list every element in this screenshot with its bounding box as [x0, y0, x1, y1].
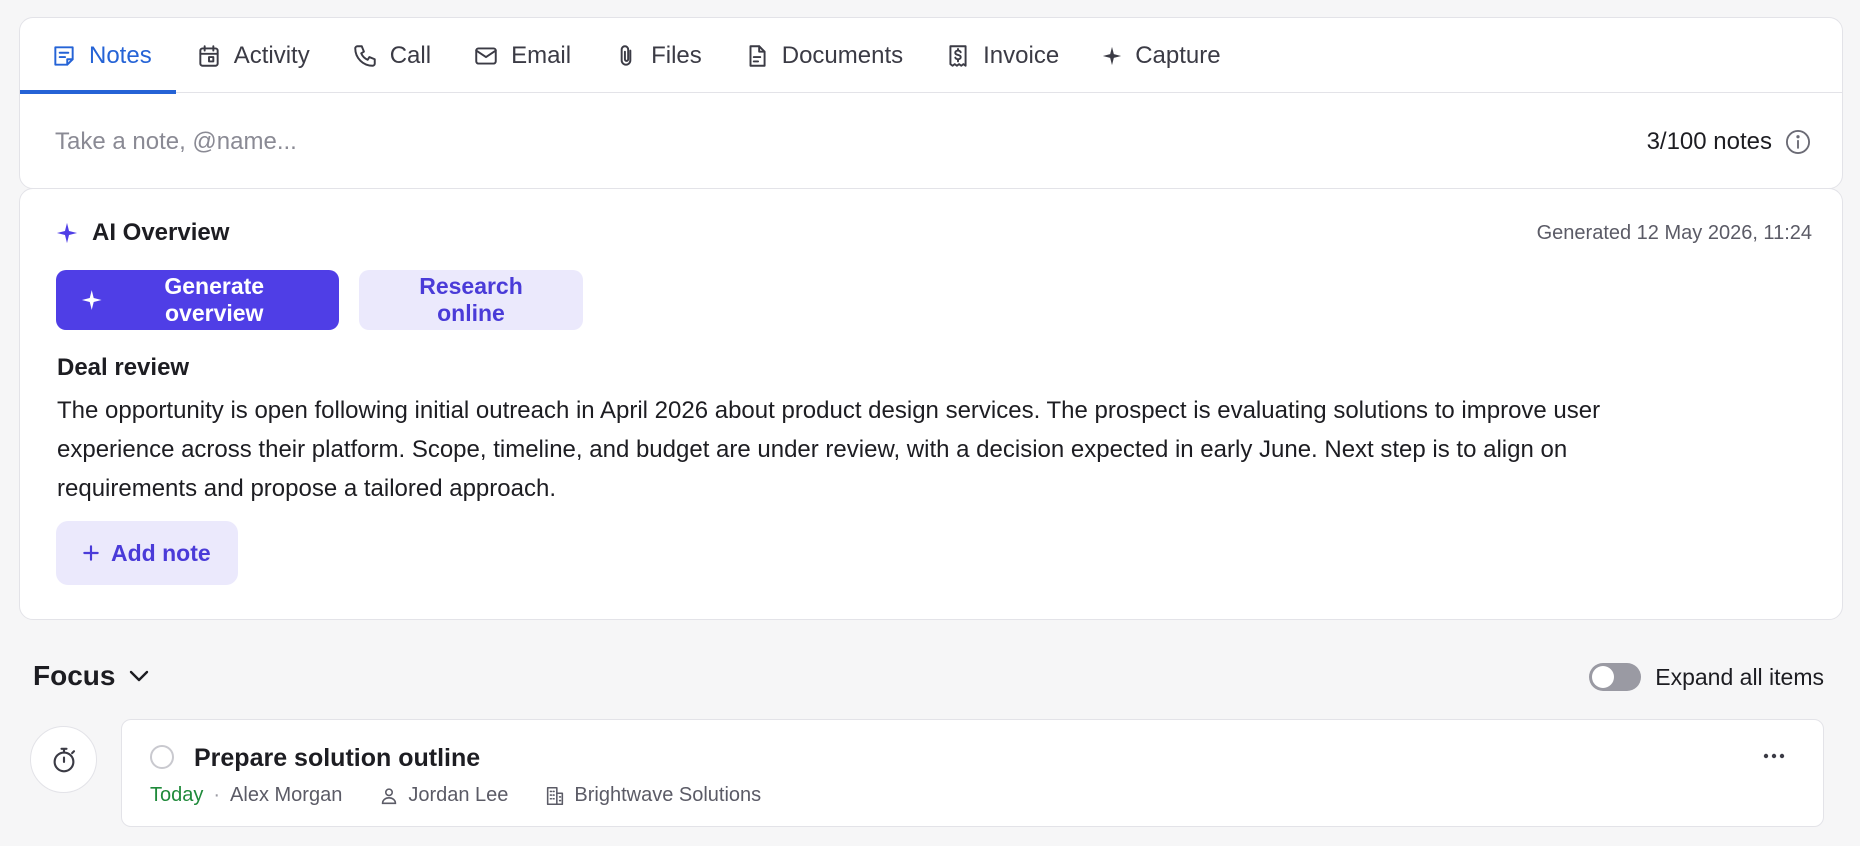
tab-files[interactable]: Files	[593, 18, 724, 93]
document-icon	[749, 44, 766, 67]
tab-label: Capture	[1135, 41, 1221, 69]
task-title[interactable]: Prepare solution outline	[194, 744, 480, 773]
sparkle-icon	[1103, 46, 1122, 65]
focus-dropdown[interactable]: Focus	[33, 660, 151, 692]
generated-timestamp: Generated 12 May 2026, 11:24	[1536, 222, 1812, 244]
tab-capture[interactable]: Capture	[1081, 18, 1242, 93]
toggle-knob	[1592, 666, 1615, 688]
tab-label: Files	[651, 41, 702, 69]
building-icon	[547, 786, 564, 805]
phone-icon	[353, 44, 376, 67]
tab-label: Invoice	[983, 41, 1060, 69]
tab-label: Call	[389, 41, 432, 69]
expand-all-label: Expand all items	[1655, 663, 1824, 690]
task-due-date: Today	[150, 784, 204, 806]
ai-overview-title: AI Overview	[92, 219, 230, 246]
notes-panel: Notes Activity Call Email Files Document…	[19, 17, 1843, 189]
tab-label: Notes	[89, 41, 152, 69]
ai-overview-card: AI Overview Generated 12 May 2026, 11:24…	[19, 188, 1843, 620]
focus-title: Focus	[33, 660, 116, 691]
add-note-button[interactable]: Add note	[56, 521, 238, 585]
tab-label: Activity	[233, 41, 310, 69]
chevron-down-icon	[130, 670, 149, 682]
tab-label: Email	[511, 41, 572, 69]
expand-all-control: Expand all items	[1589, 663, 1824, 691]
ai-overview-header: AI Overview	[56, 219, 229, 247]
deal-review-body: The opportunity is open following initia…	[57, 397, 1601, 502]
tab-bar: Notes Activity Call Email Files Document…	[20, 18, 1842, 94]
task-company[interactable]: Brightwave Solutions	[544, 784, 761, 807]
research-online-label: Research online	[419, 273, 523, 326]
paperclip-icon	[620, 44, 632, 66]
timer-badge	[30, 726, 97, 793]
sparkle-icon	[81, 290, 102, 310]
tab-notes[interactable]: Notes	[20, 18, 176, 94]
task-meta: Today · Alex Morgan Jordan Lee Brightwav…	[150, 784, 761, 807]
tab-call[interactable]: Call	[332, 18, 453, 93]
task-owner: Alex Morgan	[230, 784, 343, 806]
add-note-label: Add note	[111, 539, 211, 566]
more-options-button[interactable]	[1759, 746, 1789, 766]
tab-documents[interactable]: Documents	[724, 18, 925, 93]
more-horizontal-icon	[1763, 753, 1785, 759]
task-complete-checkbox[interactable]	[150, 745, 174, 769]
receipt-icon	[949, 44, 967, 67]
person-icon	[382, 787, 397, 804]
tab-invoice[interactable]: Invoice	[925, 18, 1081, 93]
research-online-button[interactable]: Research online	[359, 270, 583, 330]
meta-separator: ·	[213, 784, 221, 806]
info-icon[interactable]	[1784, 128, 1812, 156]
expand-all-toggle[interactable]	[1589, 663, 1642, 691]
note-count-text: 3/100 notes	[1646, 128, 1772, 155]
note-input[interactable]	[55, 128, 955, 156]
calendar-icon	[199, 44, 219, 67]
notes-icon	[54, 45, 74, 66]
note-composer: 3/100 notes	[20, 94, 1842, 188]
note-counter: 3/100 notes	[1647, 128, 1812, 156]
tab-email[interactable]: Email	[453, 18, 593, 93]
task-assignee[interactable]: Jordan Lee	[378, 784, 508, 807]
stopwatch-icon	[53, 747, 75, 772]
task-card[interactable]: Prepare solution outline Today · Alex Mo…	[121, 719, 1824, 827]
tab-label: Documents	[781, 41, 904, 69]
mail-icon	[475, 46, 497, 65]
plus-icon	[83, 545, 99, 561]
task-company-name: Brightwave Solutions	[574, 784, 762, 806]
generate-overview-label: Generate overview	[164, 273, 265, 326]
tab-activity[interactable]: Activity	[176, 18, 332, 93]
task-assignee-name: Jordan Lee	[408, 784, 509, 806]
generate-overview-button[interactable]: Generate overview	[56, 270, 339, 330]
ai-actions: Generate overview Research online	[56, 270, 583, 330]
deal-review-title: Deal review	[57, 354, 190, 381]
sparkle-icon	[56, 222, 78, 244]
